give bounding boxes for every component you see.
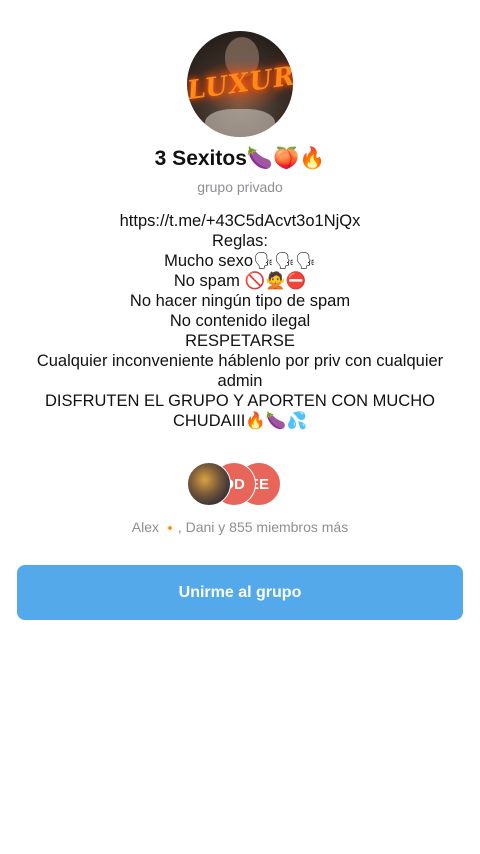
- description-line: Cualquier inconveniente háblenlo por pri…: [36, 352, 444, 390]
- description-line: DISFRUTEN EL GRUPO Y APORTEN CON MUCHO C…: [45, 392, 435, 430]
- group-preview-screen: LUXURY 3 Sexitos🍆🍑🔥 grupo privado https:…: [0, 0, 480, 854]
- description-line: No contenido ilegal: [169, 312, 311, 330]
- group-description: https://t.me/+43C5dAcvt3o1NjQx Reglas: M…: [24, 211, 456, 431]
- group-avatar: LUXURY: [187, 31, 293, 137]
- members-summary: Alex 🔸, Dani y 855 miembros más: [0, 519, 480, 535]
- description-line: Mucho sexo🗣🗣🗣: [164, 252, 316, 270]
- description-line: No spam 🚫🙅⛔: [173, 272, 307, 290]
- member-avatars: DD EE: [187, 462, 293, 508]
- description-line: Reglas:: [212, 232, 268, 250]
- star-icon: 🔸: [162, 521, 178, 535]
- member-name-alex: Alex: [131, 519, 159, 535]
- description-line: No hacer ningún tipo de spam: [129, 292, 351, 310]
- group-title: 3 Sexitos🍆🍑🔥: [154, 147, 326, 170]
- join-group-button[interactable]: Unirme al grupo: [17, 565, 463, 620]
- members-summary-rest: , Dani y 855 miembros más: [177, 519, 349, 535]
- invite-link[interactable]: https://t.me/+43C5dAcvt3o1NjQx: [24, 211, 456, 231]
- member-avatar-photo: [187, 462, 231, 506]
- description-line: RESPETARSE: [185, 332, 295, 350]
- avatar-foreground: [205, 109, 275, 137]
- group-type-label: grupo privado: [197, 179, 283, 195]
